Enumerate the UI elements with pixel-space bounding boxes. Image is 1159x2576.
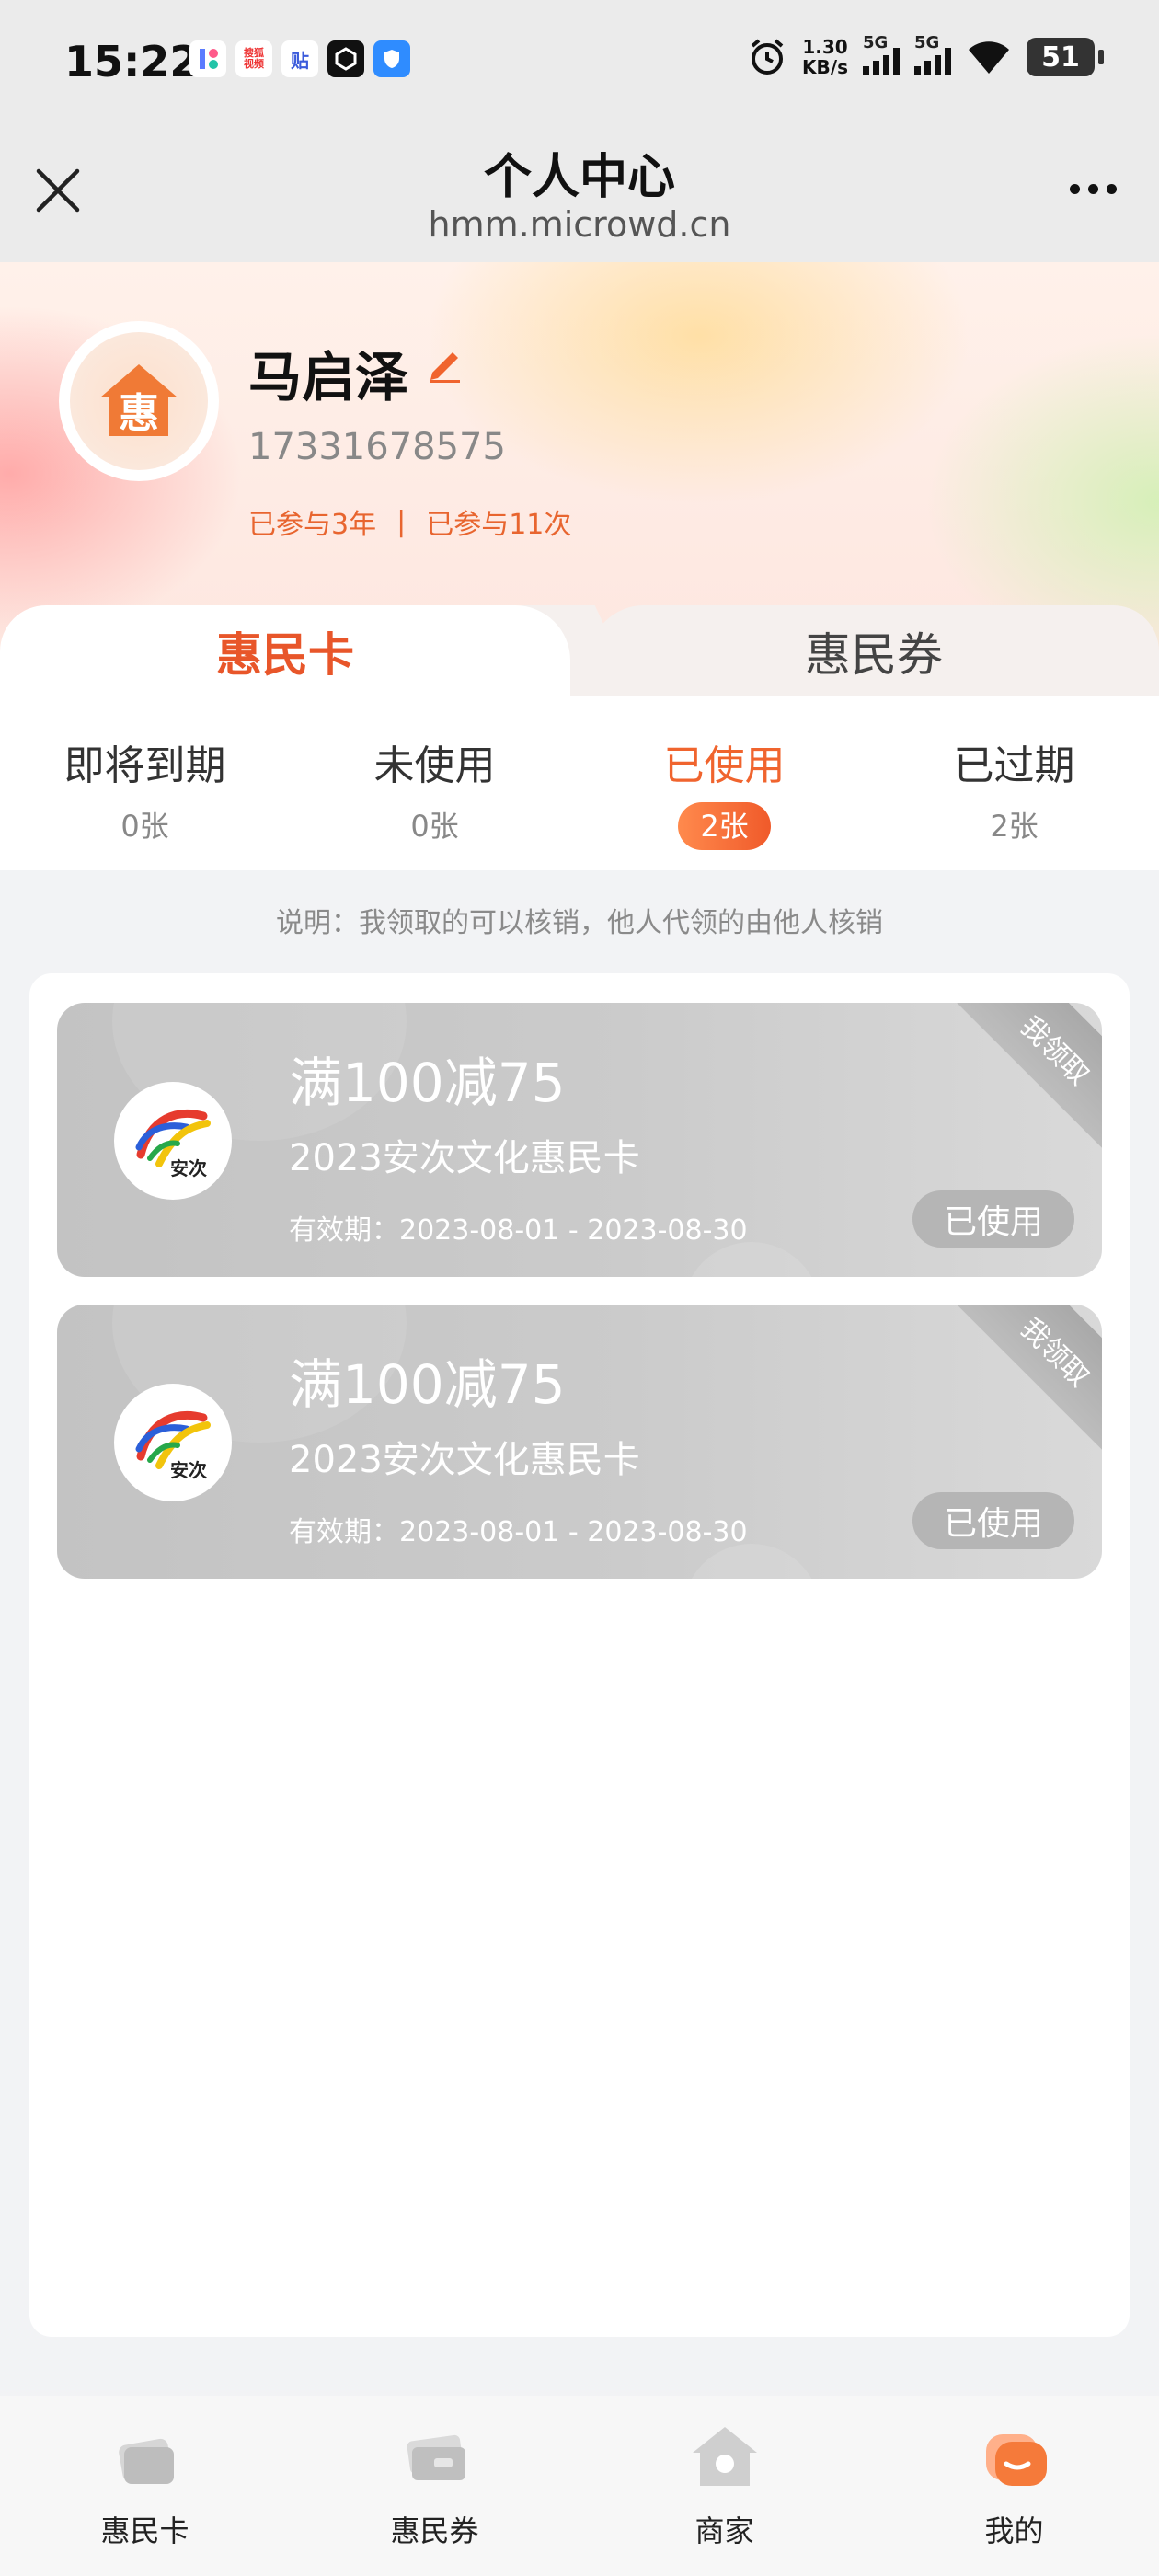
store-icon	[692, 2427, 757, 2486]
tab-huimin-coupon[interactable]: 惠民券	[589, 605, 1159, 697]
nav-item-huimin-card[interactable]: 惠民卡	[0, 2396, 290, 2576]
profile-icon	[985, 2434, 1047, 2486]
bottom-nav: 惠民卡 惠民券 商家 我的	[0, 2396, 1159, 2576]
anci-logo: 安次	[114, 1384, 232, 1501]
tab-label: 未使用	[373, 742, 496, 789]
tab-count: 0张	[120, 809, 169, 844]
main-tabs: 惠民券 惠民卡	[0, 605, 1159, 697]
used-status-button[interactable]: 已使用	[912, 1492, 1074, 1549]
tab-used[interactable]: 已使用 2张	[580, 696, 869, 870]
user-phone: 17331678575	[248, 426, 506, 468]
card-icon	[118, 2438, 174, 2484]
nav-label: 商家	[694, 2513, 754, 2548]
tab-label: 已使用	[663, 742, 786, 789]
header: 个人中心 hmm.microwd.cn	[0, 129, 1159, 262]
status-time: 15:22	[64, 37, 200, 86]
anci-logo-icon: 安次	[135, 1410, 211, 1481]
tab-count-badge: 2张	[678, 802, 771, 850]
card-subtitle: 2023安次文化惠民卡	[289, 1137, 640, 1179]
card-validity: 有效期：2023-08-01 - 2023-08-30	[289, 1516, 748, 1548]
nav-item-mine[interactable]: 我的	[869, 2396, 1159, 2576]
usage-note: 说明：我领取的可以核销，他人代领的由他人核销	[276, 907, 883, 939]
page-url: hmm.microwd.cn	[428, 204, 731, 245]
anci-logo-icon: 安次	[135, 1109, 211, 1179]
anci-logo: 安次	[114, 1082, 232, 1200]
card-title: 满100减75	[289, 1052, 566, 1114]
tab-expiring-soon[interactable]: 即将到期 0张	[0, 696, 290, 870]
battery-level: 51	[1041, 40, 1080, 74]
more-dot-icon	[1088, 184, 1098, 194]
page-title: 个人中心	[483, 150, 675, 205]
years-joined: 已参与3年	[248, 509, 377, 541]
signal-1-icon: 5G	[863, 33, 900, 75]
signal-2-icon: 5G	[914, 33, 951, 75]
wifi-icon	[969, 41, 1009, 74]
network-type-1: 5G	[863, 33, 889, 52]
card-validity: 有效期：2023-08-01 - 2023-08-30	[289, 1214, 748, 1247]
more-dot-icon	[1070, 184, 1080, 194]
video-app-label: 搜狐视频	[244, 47, 264, 70]
user-name: 马启泽	[248, 346, 409, 408]
avatar-char: 惠	[119, 390, 159, 437]
card-title: 满100减75	[289, 1353, 566, 1416]
tab-label: 已过期	[953, 742, 1075, 789]
tab-label: 即将到期	[63, 742, 226, 789]
coupon-card[interactable]: 我领取 安次 满100减75 2023安次文化惠民卡 有效期：2023-08-0…	[57, 1003, 1102, 1277]
edit-name-button[interactable]	[425, 343, 465, 384]
times-joined: 已参与11次	[426, 509, 572, 541]
tab-unused[interactable]: 未使用 0张	[290, 696, 580, 870]
status-bar: 15:22 搜狐视频 贴 1.30 KB/s 5G 5G 51	[0, 0, 1159, 129]
tab-expired[interactable]: 已过期 2张	[869, 696, 1159, 870]
network-type-2: 5G	[914, 33, 940, 52]
nav-label: 惠民券	[390, 2513, 479, 2548]
stats-separator: |	[396, 505, 407, 538]
alarm-icon	[751, 39, 784, 75]
tieba-app-icon: 贴	[281, 40, 318, 77]
speed-unit: KB/s	[802, 56, 848, 78]
nav-item-merchant[interactable]: 商家	[580, 2396, 869, 2576]
tab-huimin-card[interactable]: 惠民卡	[0, 605, 570, 697]
card-list: 我领取 安次 满100减75 2023安次文化惠民卡 有效期：2023-08-0…	[29, 973, 1130, 2337]
ticket-icon	[407, 2434, 465, 2480]
network-speed: 1.30 KB/s	[802, 37, 848, 77]
status-indicators: 1.30 KB/s 5G 5G 51	[747, 33, 1104, 77]
nav-label: 惠民卡	[100, 2513, 189, 2548]
pencil-icon	[430, 352, 460, 383]
logo-text: 安次	[170, 1157, 207, 1179]
page: 15:22 搜狐视频 贴 1.30 KB/s 5G 5G 51 个人中心 hmm…	[0, 0, 1159, 2576]
hui-house-icon: 惠	[100, 364, 178, 437]
logo-text: 安次	[170, 1459, 207, 1481]
status-filter-tabs: 即将到期 0张 未使用 0张 已使用 2张 已过期 2张	[0, 696, 1159, 870]
app-notification-icon	[189, 40, 226, 77]
box-app-icon	[327, 40, 364, 77]
used-status-button[interactable]: 已使用	[912, 1190, 1074, 1248]
nav-label: 我的	[984, 2513, 1044, 2548]
card-subtitle: 2023安次文化惠民卡	[289, 1439, 640, 1481]
speed-value: 1.30	[802, 36, 848, 58]
nav-item-huimin-coupon[interactable]: 惠民券	[290, 2396, 580, 2576]
avatar[interactable]: 惠	[59, 321, 219, 481]
user-stats: 已参与3年 | 已参与11次	[248, 501, 571, 542]
tab-count: 0张	[410, 809, 459, 844]
coupon-card[interactable]: 我领取 安次 满100减75 2023安次文化惠民卡 有效期：2023-08-0…	[57, 1305, 1102, 1579]
status-app-icons: 搜狐视频 贴	[189, 40, 410, 77]
video-app-icon: 搜狐视频	[235, 40, 272, 77]
more-options-button[interactable]	[1070, 184, 1117, 194]
battery-icon: 51	[1027, 38, 1104, 76]
more-dot-icon	[1107, 184, 1117, 194]
tab-count: 2张	[990, 809, 1039, 844]
security-app-icon	[373, 40, 410, 77]
